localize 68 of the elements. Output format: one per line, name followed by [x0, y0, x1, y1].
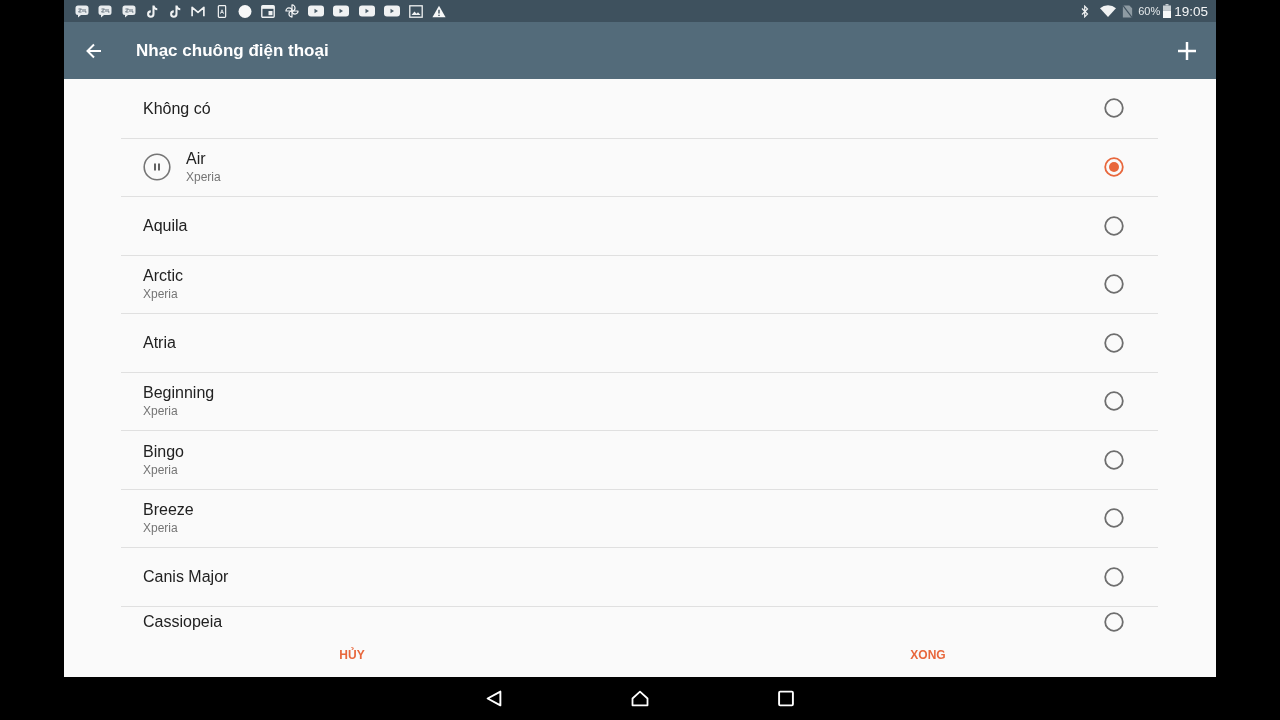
- pinwheel-icon: [284, 4, 299, 18]
- bluetooth-icon: [1081, 4, 1090, 18]
- ringtone-title: Breeze: [143, 500, 194, 520]
- video-play-icon: [383, 5, 400, 17]
- home-icon: [631, 690, 649, 707]
- ringtone-title: Aquila: [143, 216, 188, 236]
- chat-bubble-icon: [75, 4, 89, 18]
- ringtone-source: Xperia: [143, 521, 178, 537]
- back-button[interactable]: [86, 42, 102, 59]
- video-play-icon: [358, 5, 375, 17]
- pause-icon[interactable]: [143, 153, 171, 182]
- ringtone-title: Atria: [143, 333, 176, 353]
- ringtone-source: Xperia: [143, 287, 178, 303]
- radio-icon[interactable]: [1104, 274, 1124, 295]
- ringtone-item[interactable]: Arctic Xperia: [121, 254, 1158, 313]
- circle-icon: [238, 4, 253, 18]
- ringtone-source: Xperia: [186, 170, 221, 186]
- video-play-icon: [333, 5, 350, 17]
- ringtone-title: Canis Major: [143, 567, 229, 587]
- add-button[interactable]: [1178, 41, 1196, 60]
- back-nav-button[interactable]: [485, 690, 503, 707]
- back-triangle-icon: [485, 690, 503, 707]
- back-arrow-icon: [86, 42, 102, 59]
- battery-icon: [1163, 4, 1172, 18]
- radio-selected-icon[interactable]: [1104, 157, 1124, 178]
- warning-icon: [432, 4, 447, 18]
- chat-bubble-icon: [98, 4, 113, 18]
- radio-icon[interactable]: [1104, 611, 1124, 632]
- ringtone-item[interactable]: Bingo Xperia: [121, 430, 1158, 489]
- ringtone-title: Cassiopeia: [143, 611, 223, 631]
- image-icon: [409, 4, 424, 18]
- radio-icon[interactable]: [1104, 215, 1124, 236]
- wifi-icon: [1100, 5, 1117, 17]
- ringtone-source: Xperia: [143, 462, 178, 478]
- ringtone-item[interactable]: Air Xperia: [121, 137, 1158, 196]
- radio-icon[interactable]: [1104, 508, 1124, 529]
- battery-percentage: 60%: [1138, 5, 1161, 17]
- recents-nav-button[interactable]: [777, 690, 795, 707]
- ringtone-item[interactable]: Atria: [121, 313, 1158, 372]
- ringtone-title: Air: [186, 149, 206, 169]
- ringtone-item[interactable]: Cassiopeia: [121, 605, 1158, 632]
- ringtone-item[interactable]: Canis Major: [121, 547, 1158, 606]
- no-sim-icon: [1122, 4, 1134, 18]
- ringtone-item[interactable]: Beginning Xperia: [121, 371, 1158, 430]
- ringtone-title: Bingo: [143, 441, 184, 461]
- plus-icon: [1178, 41, 1196, 60]
- radio-icon[interactable]: [1104, 332, 1124, 353]
- ringtone-source: Xperia: [143, 404, 178, 420]
- ringtone-title: Arctic: [143, 266, 183, 286]
- mail-icon: [191, 4, 206, 18]
- home-nav-button[interactable]: [631, 690, 649, 707]
- video-play-icon: [307, 5, 324, 17]
- ringtone-title: Không có: [143, 98, 211, 118]
- radio-icon[interactable]: [1104, 98, 1124, 119]
- ringtone-item[interactable]: Không có: [121, 79, 1158, 138]
- radio-icon[interactable]: [1104, 566, 1124, 587]
- ringtone-item[interactable]: Breeze Xperia: [121, 488, 1158, 547]
- music-note-icon: [144, 4, 159, 18]
- clock: 19:05: [1174, 3, 1208, 19]
- radio-icon[interactable]: [1104, 391, 1124, 412]
- square-icon: [777, 690, 795, 707]
- music-note-icon: [168, 4, 183, 18]
- ringtone-title: Beginning: [143, 383, 215, 403]
- screen-title: Nhạc chuông điện thoại: [136, 40, 329, 61]
- browser-window-icon: [261, 4, 276, 18]
- chat-bubble-icon: [121, 4, 136, 18]
- ringtone-item[interactable]: Aquila: [121, 196, 1158, 255]
- radio-icon[interactable]: [1104, 449, 1124, 470]
